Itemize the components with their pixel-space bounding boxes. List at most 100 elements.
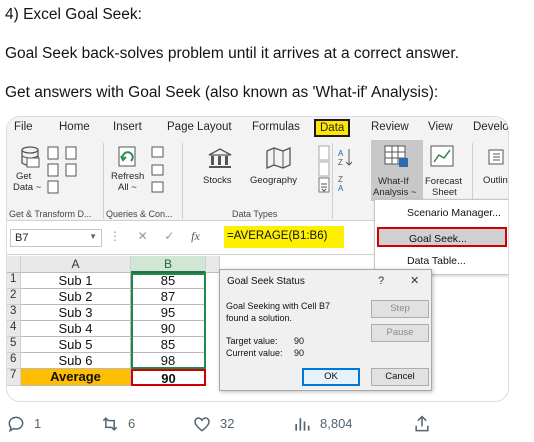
reply-button[interactable]: 1 [6, 412, 66, 434]
row-header[interactable]: 4 [7, 321, 21, 337]
svg-text:A: A [338, 184, 344, 193]
tab-data[interactable]: Data [314, 119, 351, 137]
cancel-button[interactable]: Cancel [371, 368, 429, 386]
row-header[interactable]: 3 [7, 305, 21, 321]
current-value: 90 [294, 348, 305, 358]
column-header-b[interactable]: B [131, 256, 206, 273]
group-get-transform: Get & Transform D... [9, 209, 92, 219]
queries-icons[interactable] [151, 146, 165, 196]
pause-button[interactable]: Pause [371, 324, 429, 342]
get-data-label-1[interactable]: Get [16, 171, 31, 182]
whatif-dropdown-menu: Scenario Manager... Goal Seek... Data Ta… [374, 199, 508, 275]
cell-b7-average-result[interactable]: 90 [131, 369, 206, 386]
database-icon [21, 146, 40, 168]
tab-formulas[interactable]: Formulas [252, 121, 300, 133]
cell-a2[interactable]: Sub 2 [21, 289, 131, 305]
cell-a5[interactable]: Sub 5 [21, 337, 131, 353]
post-line-1: Goal Seek back-solves problem until it a… [5, 45, 459, 62]
cell-b1[interactable]: 85 [131, 273, 206, 289]
menu-item-scenario-manager[interactable]: Scenario Manager... [375, 203, 508, 223]
cell-a1[interactable]: Sub 1 [21, 273, 131, 289]
column-header-a[interactable]: A [21, 256, 131, 273]
sort-az-icon[interactable]: A Z Z A [338, 147, 352, 193]
like-button[interactable]: 32 [192, 412, 252, 434]
cell-a4[interactable]: Sub 4 [21, 321, 131, 337]
enter-formula-icon[interactable]: ✓ [164, 229, 174, 243]
current-value-label: Current value: [226, 348, 283, 358]
refresh-icon[interactable] [115, 144, 141, 170]
dialog-message-1: Goal Seeking with Cell B7 [226, 301, 331, 311]
row-header[interactable]: 6 [7, 353, 21, 369]
svg-text:Z: Z [338, 175, 343, 184]
repost-count: 6 [128, 416, 136, 431]
tab-page-layout[interactable]: Page Layout [167, 121, 232, 133]
forecast-label-1[interactable]: Forecast [425, 176, 462, 187]
forecast-label-2[interactable]: Sheet [432, 187, 457, 198]
menu-item-data-table[interactable]: Data Table... [375, 251, 508, 271]
cell-b3[interactable]: 95 [131, 305, 206, 321]
ribbon-separator [103, 143, 104, 219]
name-box[interactable]: B7 ▼ [10, 229, 102, 247]
repost-button[interactable]: 6 [100, 412, 160, 434]
embedded-excel-image[interactable]: File Home Insert Page Layout Formulas Da… [6, 116, 509, 402]
stocks-icon[interactable] [207, 147, 233, 169]
forecast-icon[interactable] [430, 145, 456, 169]
refresh-label-2[interactable]: All ~ [118, 182, 137, 193]
outline-label[interactable]: Outlin [483, 175, 508, 186]
refresh-label-1[interactable]: Refresh [111, 171, 144, 182]
reply-icon [8, 416, 24, 433]
cell-a3[interactable]: Sub 3 [21, 305, 131, 321]
select-all-corner[interactable] [7, 256, 21, 273]
column-header-c[interactable] [206, 256, 220, 273]
share-icon [415, 415, 429, 432]
post-heading: 4) Excel Goal Seek: [5, 6, 142, 23]
group-data-types: Data Types [232, 209, 278, 219]
dialog-message-2: found a solution. [226, 313, 293, 323]
cell-b6[interactable]: 98 [131, 353, 206, 369]
cancel-formula-icon[interactable]: ✕ [138, 229, 148, 243]
help-icon[interactable]: ? [378, 275, 384, 287]
whatif-label-2[interactable]: Analysis ~ [373, 187, 417, 198]
small-data-icons-2[interactable] [65, 146, 79, 178]
like-heart-icon [194, 417, 210, 432]
small-data-icons[interactable] [47, 146, 61, 196]
step-button[interactable]: Step [371, 300, 429, 318]
get-data-label-2[interactable]: Data ~ [13, 182, 41, 193]
tab-review[interactable]: Review [371, 121, 409, 133]
chevron-down-icon[interactable]: ▼ [89, 232, 97, 241]
data-types-scroll[interactable] [318, 145, 330, 197]
ok-button[interactable]: OK [302, 368, 360, 386]
ribbon-separator [332, 143, 333, 219]
tab-insert[interactable]: Insert [113, 121, 142, 133]
tab-home[interactable]: Home [59, 121, 90, 133]
repost-icon [102, 417, 118, 431]
cell-b4[interactable]: 90 [131, 321, 206, 337]
geography-label[interactable]: Geography [250, 175, 297, 186]
formula-controls: ⋮ ✕ ✓ fx [109, 229, 200, 244]
whatif-icon[interactable] [384, 145, 410, 169]
cell-b2[interactable]: 87 [131, 289, 206, 305]
close-icon[interactable]: ✕ [410, 274, 419, 287]
cell-a7-average-label[interactable]: Average [21, 369, 131, 386]
formula-input[interactable]: =AVERAGE(B1:B6) [224, 226, 344, 248]
views-button[interactable]: 8,804 [292, 412, 372, 434]
tab-developer[interactable]: Develo [473, 121, 508, 133]
row-header[interactable]: 5 [7, 337, 21, 353]
tab-file[interactable]: File [14, 121, 33, 133]
row-header[interactable]: 7 [7, 369, 21, 386]
tab-view[interactable]: View [428, 121, 453, 133]
row-header[interactable]: 2 [7, 289, 21, 305]
dialog-title: Goal Seek Status [227, 276, 305, 287]
row-header[interactable]: 1 [7, 273, 21, 289]
cell-a6[interactable]: Sub 6 [21, 353, 131, 369]
menu-item-goal-seek[interactable]: Goal Seek... [377, 227, 507, 247]
geography-map-icon[interactable] [265, 147, 293, 169]
outline-icon[interactable] [488, 149, 506, 167]
stocks-label[interactable]: Stocks [203, 175, 232, 186]
fx-icon[interactable]: fx [191, 229, 200, 243]
svg-text:A: A [338, 149, 344, 158]
whatif-label-1[interactable]: What-If [378, 176, 409, 187]
post-line-2: Get answers with Goal Seek (also known a… [5, 84, 439, 101]
cell-b5[interactable]: 85 [131, 337, 206, 353]
share-button[interactable] [412, 412, 436, 434]
